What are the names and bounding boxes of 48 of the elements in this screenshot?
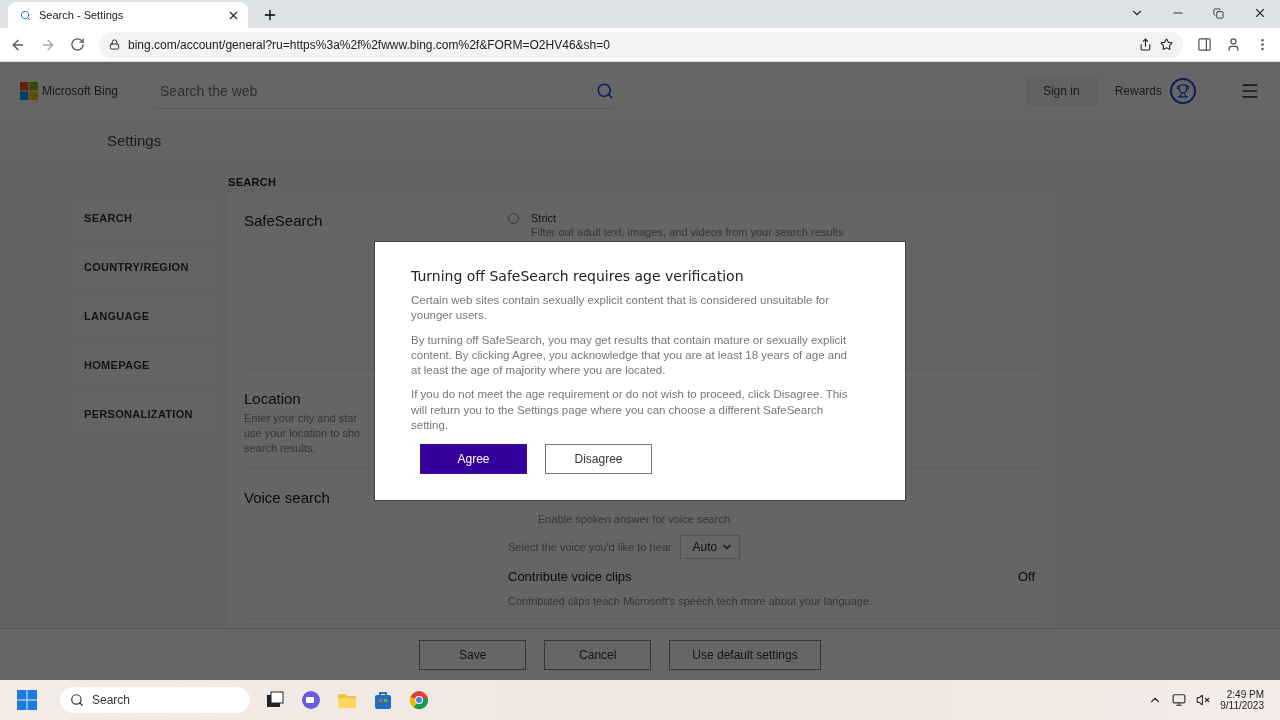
footer-button[interactable]: Save xyxy=(419,639,527,670)
side-panel-icon[interactable] xyxy=(1197,37,1212,52)
star-icon[interactable] xyxy=(1160,38,1173,51)
search-icon xyxy=(70,693,84,707)
logo-text[interactable]: Microsoft Bing xyxy=(42,84,119,98)
address-bar[interactable]: bing.com/account/general?ru=https%3a%2f%2fwww.bing.com%2f&FORM=O2HV46&sh=0 xyxy=(99,31,1183,58)
setting-value: Off xyxy=(1017,569,1035,584)
dialog-paragraph: If you do not meet the age requirement or do not wish to proceed, click Disagree. This will return you to the Settings page where you can choose a different SafeSearch setting. xyxy=(411,387,849,434)
setting-title: Voice search xyxy=(244,489,330,506)
logo-icon xyxy=(20,82,38,100)
tab-title: Search - Settings xyxy=(39,9,125,21)
footer-button[interactable]: Cancel xyxy=(544,639,652,670)
browser-tab[interactable]: Search - Settings xyxy=(8,2,248,28)
dialog-paragraph: Certain web sites contain sexually explicit content that is considered unsuitable for younger users. xyxy=(411,293,831,324)
lock-icon xyxy=(109,39,120,50)
page-title: Settings xyxy=(107,131,162,149)
setting-title: Location xyxy=(244,390,301,407)
dialog-title: Turning off SafeSearch requires age verification xyxy=(411,268,745,284)
clock-time: 2:49 PM xyxy=(1226,689,1264,700)
new-tab-icon[interactable] xyxy=(262,7,278,23)
chat-icon[interactable] xyxy=(300,689,322,711)
clock-date: 9/11/2023 xyxy=(1220,700,1264,711)
setting-title: SafeSearch xyxy=(244,212,323,229)
option-label: Strict xyxy=(531,212,557,224)
menu-icon[interactable] xyxy=(1240,81,1260,101)
store-icon[interactable] xyxy=(372,689,394,711)
profile-icon[interactable] xyxy=(1226,37,1241,52)
search-icon xyxy=(20,9,31,21)
mute-icon[interactable] xyxy=(1196,693,1211,707)
section-heading: SEARCH xyxy=(228,176,278,188)
trophy-icon[interactable] xyxy=(1170,78,1196,104)
disagree-button[interactable]: Disagree xyxy=(545,444,652,475)
voice-select[interactable]: Auto xyxy=(679,535,741,559)
setting-title: Contribute voice clips xyxy=(508,569,632,584)
sign-in-button[interactable]: Sign in xyxy=(1025,77,1097,105)
agree-button[interactable]: Agree xyxy=(420,444,527,475)
network-icon[interactable] xyxy=(1172,693,1187,707)
restore-icon[interactable] xyxy=(1213,7,1224,19)
taskbar-search[interactable]: Search xyxy=(60,687,250,713)
rewards-link[interactable]: Rewards xyxy=(1114,84,1162,98)
reload-icon[interactable] xyxy=(70,37,85,52)
share-icon[interactable] xyxy=(1139,38,1152,51)
start-icon[interactable] xyxy=(16,689,38,711)
browser-icon[interactable] xyxy=(408,689,430,711)
footer-button[interactable]: Use default settings xyxy=(669,639,821,670)
dialog-paragraph: By turning off SafeSearch, you may get results that contain mature or sexually explicit content. By clicking Agree, you acknowledge that you are at least 18 years of age and at least the age of majority where you are located. xyxy=(411,332,848,379)
search-icon[interactable] xyxy=(596,81,615,100)
radio-button[interactable] xyxy=(508,212,519,224)
